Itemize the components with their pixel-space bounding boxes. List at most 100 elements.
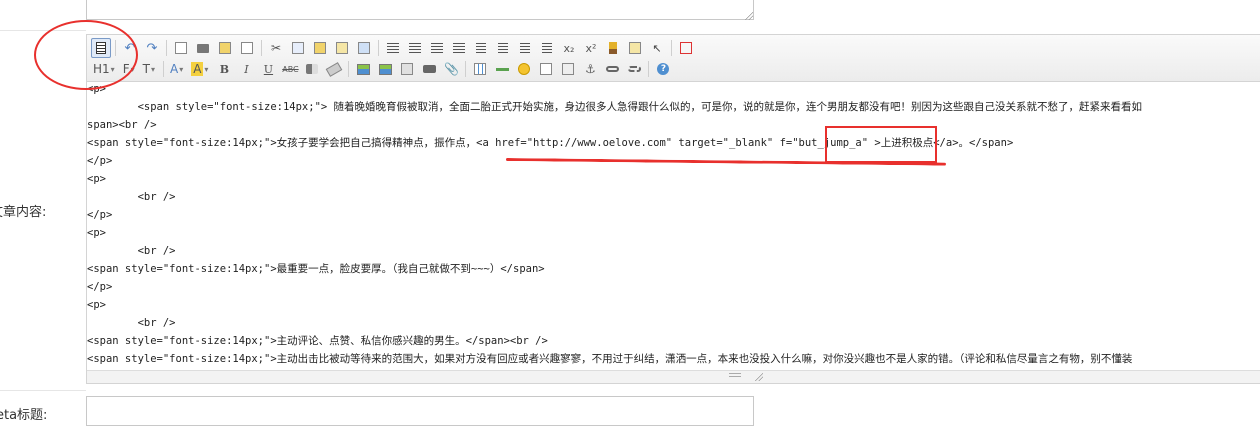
unordered-list-icon [498,43,508,53]
font-size-dropdown[interactable]: T ▾ [141,59,157,79]
source-line: </p> [87,209,113,221]
subscript-button[interactable]: x₂ [559,38,579,58]
help-button[interactable]: ? [653,59,673,79]
redo-button[interactable]: ↷ [142,38,162,58]
insert-image-button[interactable] [353,59,373,79]
source-line: <span style="font-size:14px;">最重要一点，脸皮要厚… [87,263,545,275]
anchor-icon: ⚓ [585,62,596,76]
toolbar-separator [671,40,672,56]
link-button[interactable] [602,59,622,79]
paperclip-icon: 📎 [443,62,459,76]
image-icon [356,63,370,75]
align-right-button[interactable] [427,38,447,58]
strikethrough-label: ABC [282,64,299,74]
images-icon [378,63,392,75]
anchor-button[interactable]: ⚓ [580,59,600,79]
eraser-button[interactable] [324,59,344,79]
table-icon [474,63,487,75]
preview-button[interactable] [171,38,191,58]
underline-button[interactable]: U [258,59,278,79]
table-button[interactable] [470,59,490,79]
outdent-icon [542,43,552,53]
hr-button[interactable] [492,59,512,79]
paste-icon [314,42,326,54]
print-button[interactable] [193,38,213,58]
clear-format-button[interactable] [603,38,623,58]
summary-resize-grip[interactable] [745,12,753,20]
ordered-list-button[interactable] [471,38,491,58]
meta-title-input[interactable] [86,396,754,426]
superscript-button[interactable]: x² [581,38,601,58]
strikethrough-button[interactable]: ABC [280,59,300,79]
highlight-dropdown[interactable]: A ▾ [189,59,210,79]
attachment-button[interactable]: 📎 [441,59,461,79]
paste-word-button[interactable] [354,38,374,58]
fullscreen-icon [680,42,692,54]
pagebreak-icon [562,63,575,75]
justify-button[interactable] [449,38,469,58]
italic-button[interactable]: I [236,59,256,79]
align-center-icon [409,43,421,53]
cut-button[interactable]: ✂ [266,38,286,58]
toolbar-separator [648,61,650,77]
unlink-button[interactable] [624,59,644,79]
flash-icon [401,63,414,75]
redo-icon: ↷ [146,40,158,56]
justify-icon [453,43,465,53]
template-icon [219,42,231,54]
source-line: <br /> [87,191,176,203]
summary-textarea[interactable] [86,0,754,20]
special-char-button[interactable] [536,59,556,79]
paste-text-button[interactable] [332,38,352,58]
unordered-list-button[interactable] [493,38,513,58]
select-all-button[interactable] [625,38,645,58]
editor-resize-handle[interactable] [729,373,741,379]
template-button[interactable] [215,38,235,58]
link-icon [605,66,619,72]
media-icon [422,65,436,73]
rich-text-editor[interactable]: ↶ ↷ ✂ x₂ x² ↖ H1 ▾ F ▾ T ▾ A ▾ A ▾ B I U… [86,34,1260,384]
emoticon-button[interactable] [514,59,534,79]
toolbar-separator [348,61,350,77]
chevron-down-icon: ▾ [150,64,155,74]
source-line: <br /> [87,245,176,257]
multi-image-button[interactable] [375,59,395,79]
horizontal-rule-icon [495,67,509,71]
font-color-label: A [169,62,179,76]
source-code-area[interactable]: <p> <span style="font-size:14px;"> 随着晚婚晚… [87,82,1260,371]
toolbar-separator [166,40,167,56]
bold-button[interactable]: B [214,59,234,79]
format-painter-icon [306,64,319,74]
flash-button[interactable] [397,59,417,79]
format-painter-button[interactable] [302,59,322,79]
align-left-button[interactable] [383,38,403,58]
help-icon: ? [657,63,670,75]
annotation-circle [34,20,138,90]
source-line: <span style="font-size:14px;">主动评论、点赞、私信… [87,335,548,347]
select-all-icon [629,42,641,54]
fullscreen-button[interactable] [676,38,696,58]
chevron-down-icon: ▾ [179,64,184,74]
select-pointer-button[interactable]: ↖ [647,38,667,58]
row-divider [0,390,86,391]
code-button[interactable] [237,38,257,58]
align-center-button[interactable] [405,38,425,58]
superscript-label: x² [585,41,597,55]
subscript-label: x₂ [563,41,575,55]
chevron-down-icon: ▾ [204,64,209,74]
paste-text-icon [336,42,348,54]
media-button[interactable] [419,59,439,79]
copy-button[interactable] [288,38,308,58]
indent-button[interactable] [515,38,535,58]
outdent-button[interactable] [537,38,557,58]
source-line: </p> [87,155,113,167]
editor-resize-grip[interactable] [755,373,763,381]
preview-icon [175,42,187,54]
font-size-label: T [142,62,150,76]
paste-button[interactable] [310,38,330,58]
font-color-dropdown[interactable]: A ▾ [168,59,185,79]
pagebreak-button[interactable] [558,59,578,79]
source-line: span><br /> [87,119,157,131]
meta-title-label: eta标题: [0,408,48,423]
source-line: <p> [87,227,106,239]
